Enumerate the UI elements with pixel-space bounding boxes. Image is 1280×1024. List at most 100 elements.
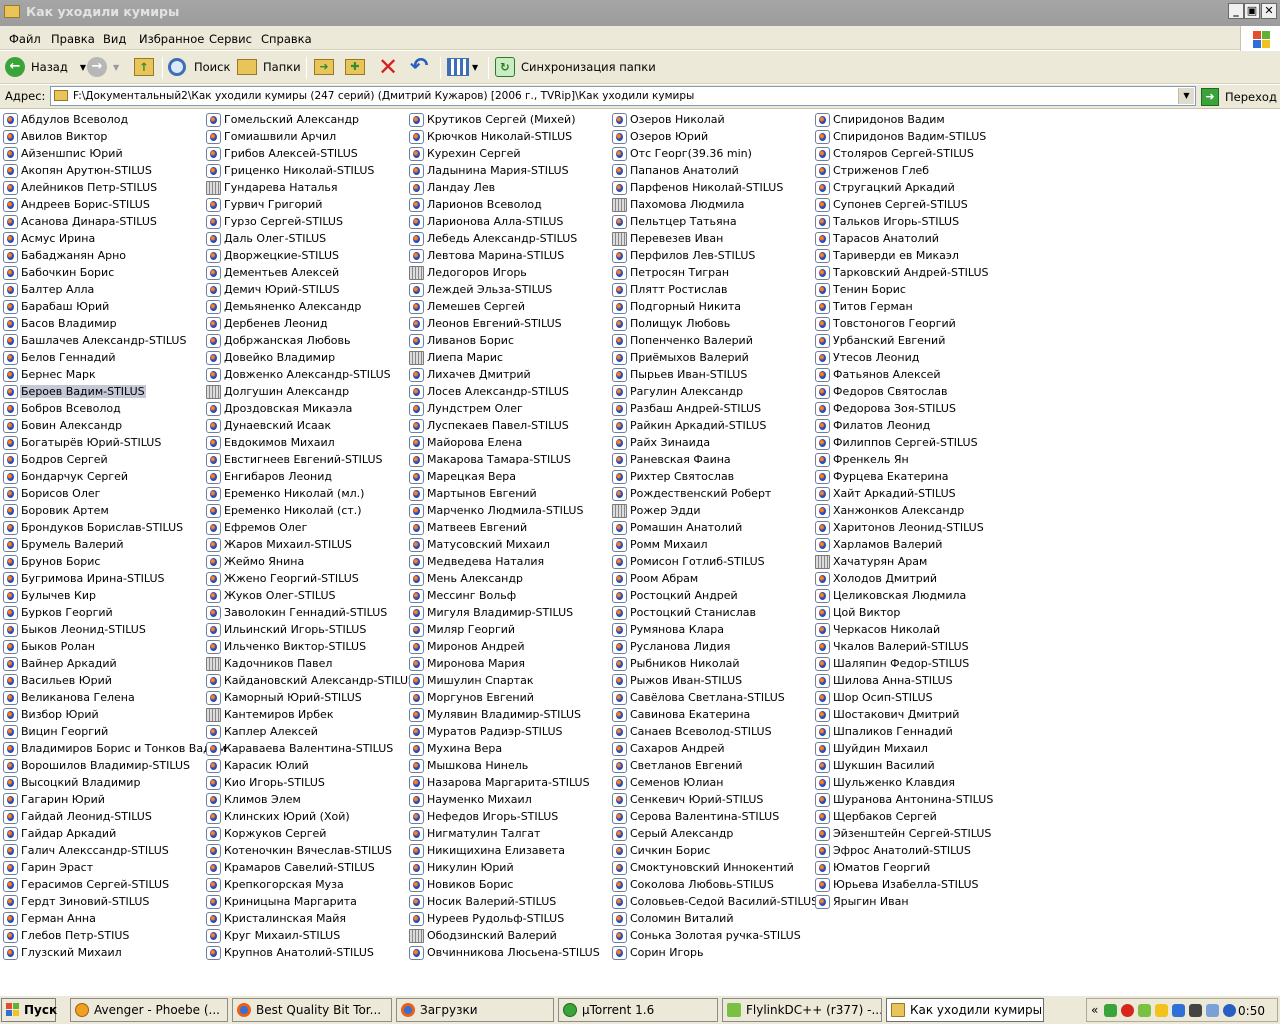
file-item[interactable]: Ларионова Алла-STILUS	[406, 213, 606, 230]
minimize-button[interactable]: _	[1228, 3, 1244, 19]
file-item[interactable]: Богатырёв Юрий-STILUS	[0, 434, 200, 451]
file-item[interactable]: Довженко Александр-STILUS	[203, 366, 403, 383]
file-item[interactable]: Ростоцкий Станислав	[609, 604, 809, 621]
file-item[interactable]: Полищук Любовь	[609, 315, 809, 332]
task-firefox-bittorrent[interactable]: Best Quality Bit Tor...	[232, 998, 392, 1022]
file-item[interactable]: Райх Зинаида	[609, 434, 809, 451]
file-item[interactable]: Ромисон Готлиб-STILUS	[609, 553, 809, 570]
file-item[interactable]: Сенкевич Юрий-STILUS	[609, 791, 809, 808]
file-item[interactable]: Курехин Сергей	[406, 145, 606, 162]
file-item[interactable]: Эйзенштейн Сергей-STILUS	[812, 825, 1012, 842]
flylink-tray-icon[interactable]	[1138, 1003, 1152, 1017]
file-item[interactable]: Юрьева Изабелла-STILUS	[812, 876, 1012, 893]
file-item[interactable]: Серый Александр	[609, 825, 809, 842]
file-item[interactable]: Герман Анна	[0, 910, 200, 927]
file-item[interactable]: Бернес Марк	[0, 366, 200, 383]
file-item[interactable]: Сонька Золотая ручка-STILUS	[609, 927, 809, 944]
file-item[interactable]: Гердт Зиновий-STILUS	[0, 893, 200, 910]
file-item[interactable]: Моргунов Евгений	[406, 689, 606, 706]
file-item[interactable]: Глузский Михаил	[0, 944, 200, 961]
file-item[interactable]: Бабочкин Борис	[0, 264, 200, 281]
file-item[interactable]: Соломин Виталий	[609, 910, 809, 927]
file-item[interactable]: Крупнов Анатолий-STILUS	[203, 944, 403, 961]
file-item[interactable]: Соловьев-Седой Василий-STILUS	[609, 893, 818, 910]
file-item[interactable]: Клинских Юрий (Хой)	[203, 808, 403, 825]
sync-folder-button[interactable]: ↻ Синхронизация папки	[495, 56, 656, 78]
file-item[interactable]: Заволокин Геннадий-STILUS	[203, 604, 403, 621]
bluetooth-tray-icon[interactable]	[1172, 1003, 1186, 1017]
utorrent-tray-icon[interactable]	[1104, 1003, 1118, 1017]
monitor-tray-icon[interactable]	[1206, 1003, 1220, 1017]
info-tray-icon[interactable]	[1223, 1003, 1237, 1017]
file-item[interactable]: Ливанов Борис	[406, 332, 606, 349]
file-item[interactable]: Нуреев Рудольф-STILUS	[406, 910, 606, 927]
file-item[interactable]: Гарин Эраст	[0, 859, 200, 876]
file-item[interactable]: Долгушин Александр	[203, 383, 403, 400]
file-item[interactable]: Мень Александр	[406, 570, 606, 587]
file-item[interactable]: Сорин Игорь	[609, 944, 809, 961]
file-item[interactable]: Алейников Петр-STILUS	[0, 179, 200, 196]
file-item[interactable]: Пельтцер Татьяна	[609, 213, 809, 230]
file-item[interactable]: Даль Олег-STILUS	[203, 230, 403, 247]
forward-button[interactable]: → ▼	[87, 56, 119, 78]
menu-tools[interactable]: Сервис	[209, 32, 252, 46]
file-item[interactable]: Плятт Ростислав	[609, 281, 809, 298]
file-item[interactable]: Рагулин Александр	[609, 383, 809, 400]
file-item[interactable]: Высоцкий Владимир	[0, 774, 200, 791]
address-field[interactable]: F:\Документальный2\Как уходили кумиры (2…	[50, 86, 1196, 106]
file-item[interactable]: Матвеев Евгений	[406, 519, 606, 536]
file-item[interactable]: Никулин Юрий	[406, 859, 606, 876]
file-item[interactable]: Кантемиров Ирбек	[203, 706, 403, 723]
file-item[interactable]: Жуков Олег-STILUS	[203, 587, 403, 604]
file-item[interactable]: Раневская Фаина	[609, 451, 809, 468]
file-item[interactable]: Тариверди ев Микаэл	[812, 247, 1012, 264]
file-item[interactable]: Дербенев Леонид	[203, 315, 403, 332]
file-item[interactable]: Демич Юрий-STILUS	[203, 281, 403, 298]
file-item[interactable]: Миронов Андрей	[406, 638, 606, 655]
file-item[interactable]: Приёмыхов Валерий	[609, 349, 809, 366]
file-item[interactable]: Ильинский Игорь-STILUS	[203, 621, 403, 638]
file-item[interactable]: Новиков Борис	[406, 876, 606, 893]
file-item[interactable]: Быков Ролан	[0, 638, 200, 655]
file-item[interactable]: Отс Георг(39.36 min)	[609, 145, 809, 162]
file-item[interactable]: Демьяненко Александр	[203, 298, 403, 315]
file-item[interactable]: Мулявин Владимир-STILUS	[406, 706, 606, 723]
file-item[interactable]: Спиридонов Вадим-STILUS	[812, 128, 1012, 145]
file-item[interactable]: Харламов Валерий	[812, 536, 1012, 553]
file-item[interactable]: Савёлова Светлана-STILUS	[609, 689, 809, 706]
file-item[interactable]: Борисов Олег	[0, 485, 200, 502]
file-item[interactable]: Рожер Эдди	[609, 502, 809, 519]
file-item[interactable]: Макарова Тамара-STILUS	[406, 451, 606, 468]
file-item[interactable]: Добржанская Любовь	[203, 332, 403, 349]
file-item[interactable]: Мессинг Вольф	[406, 587, 606, 604]
task-downloads[interactable]: Загрузки	[396, 998, 554, 1022]
file-item[interactable]: Хачатурян Арам	[812, 553, 1012, 570]
file-item[interactable]: Урбанский Евгений	[812, 332, 1012, 349]
file-item[interactable]: Петросян Тигран	[609, 264, 809, 281]
file-item[interactable]: Дворжецкие-STILUS	[203, 247, 403, 264]
file-item[interactable]: Ворошилов Владимир-STILUS	[0, 757, 200, 774]
file-item[interactable]: Федоров Святослав	[812, 383, 1012, 400]
file-item[interactable]: Парфенов Николай-STILUS	[609, 179, 809, 196]
file-item[interactable]: Тарасов Анатолий	[812, 230, 1012, 247]
file-item[interactable]: Санаев Всеволод-STILUS	[609, 723, 809, 740]
file-item[interactable]: Шор Осип-STILUS	[812, 689, 1012, 706]
file-item[interactable]: Мухина Вера	[406, 740, 606, 757]
file-item[interactable]: Галич Алекссандр-STILUS	[0, 842, 200, 859]
file-item[interactable]: Гайдай Леонид-STILUS	[0, 808, 200, 825]
file-item[interactable]: Науменко Михаил	[406, 791, 606, 808]
file-item[interactable]: Шуйдин Михаил	[812, 740, 1012, 757]
file-item[interactable]: Пырьев Иван-STILUS	[609, 366, 809, 383]
file-item[interactable]: Лебедь Александр-STILUS	[406, 230, 606, 247]
back-button[interactable]: ← Назад ▼	[5, 56, 86, 78]
file-item[interactable]: Бабаджанян Арно	[0, 247, 200, 264]
file-item[interactable]: Булычев Кир	[0, 587, 200, 604]
file-item[interactable]: Глебов Петр-STIUS	[0, 927, 200, 944]
file-item[interactable]: Великанова Гелена	[0, 689, 200, 706]
file-item[interactable]: Абдулов Всеволод	[0, 111, 200, 128]
file-item[interactable]: Перевезев Иван	[609, 230, 809, 247]
file-item[interactable]: Быков Леонид-STILUS	[0, 621, 200, 638]
file-item[interactable]: Ильченко Виктор-STILUS	[203, 638, 403, 655]
file-item[interactable]: Башлачев Александр-STILUS	[0, 332, 200, 349]
file-item[interactable]: Харитонов Леонид-STILUS	[812, 519, 1012, 536]
